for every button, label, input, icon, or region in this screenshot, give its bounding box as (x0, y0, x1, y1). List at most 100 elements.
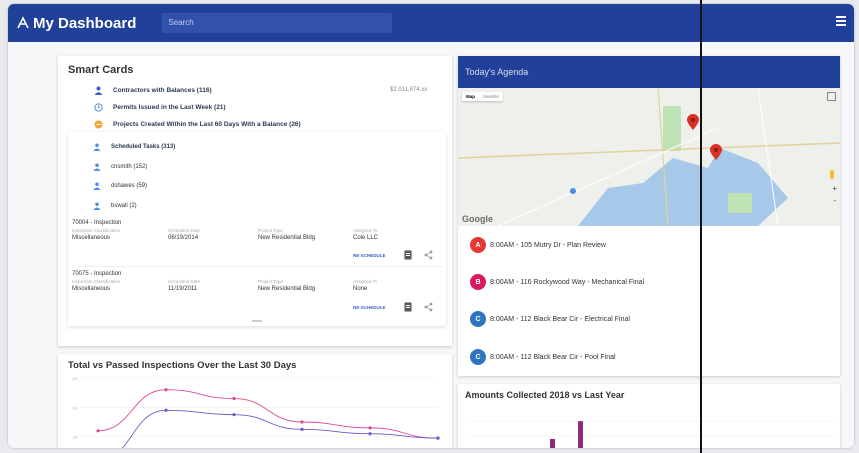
person-icon (93, 182, 101, 190)
agenda-item-text: 8:00AM - 112 Black Bear Cir - Pool Final (490, 353, 616, 361)
data-point (232, 396, 236, 401)
person-icon (93, 85, 103, 95)
street-view-icon[interactable] (830, 170, 834, 179)
field-value: Miscellaneous (72, 286, 111, 292)
search-input[interactable]: Search (162, 13, 393, 33)
agenda-badge: A (470, 237, 486, 253)
field-value: 06/19/2014 (168, 235, 199, 241)
smart-card-row[interactable]: Permits Issued in the Last Week (21) (93, 102, 226, 112)
inspection-title: 70004 - Inspection (72, 220, 122, 226)
agenda-item-text: 8:00AM - 116 Rockywood Way - Mechanical … (490, 278, 645, 286)
fullscreen-icon[interactable] (827, 92, 836, 101)
smart-card-label: Permits Issued in the Last Week (21) (113, 103, 226, 111)
agenda-item[interactable]: B 8:00AM - 116 Rockywood Way - Mechanica… (470, 274, 644, 290)
person-icon (93, 202, 101, 210)
google-logo: Google (462, 214, 493, 224)
scheduled-tasks-card: Scheduled Tasks (313) cnsmith (152) dsha… (68, 132, 446, 326)
agenda-map[interactable]: Map Satellite + - Google (458, 88, 840, 226)
app-window: My Dashboard Search Smart Cards Contract… (8, 4, 854, 448)
field-label: Project Type (258, 228, 283, 233)
map-pin-icon[interactable] (710, 144, 722, 160)
zoom-in-button[interactable]: + (832, 184, 837, 193)
assignee-row[interactable]: bswall (2) (93, 202, 137, 210)
data-point (96, 429, 100, 433)
top-bar: My Dashboard Search (8, 4, 854, 42)
person-icon (93, 163, 101, 171)
smart-card-row[interactable]: Projects Created Within the Last 60 Days… (93, 119, 301, 129)
assignee-row[interactable]: cnsmith (152) (93, 163, 147, 171)
smart-card-label: Projects Created Within the Last 60 Days… (113, 120, 301, 128)
agenda-badge: B (470, 274, 486, 290)
share-icon[interactable] (424, 302, 433, 312)
field-value: None (353, 286, 368, 292)
agenda-badge: C (470, 349, 486, 365)
zoom-out-button[interactable]: - (833, 196, 836, 205)
share-icon[interactable] (424, 250, 433, 260)
app-title: My Dashboard (33, 14, 137, 32)
logo-icon (17, 16, 29, 29)
coin-icon (93, 119, 103, 129)
agenda-item[interactable]: C 8:00AM - 112 Black Bear Cir - Pool Fin… (470, 349, 616, 365)
field-value: New Residential Bldg (258, 235, 316, 241)
vertical-divider-line (700, 0, 702, 453)
series-line (97, 389, 439, 439)
inspections-chart-panel: Total vs Passed Inspections Over the Las… (58, 354, 452, 448)
field-label: Inspection Classification (72, 228, 121, 233)
field-value: New Residential Bldg (258, 286, 316, 292)
assignee-label: dshawes (59) (111, 183, 148, 189)
document-icon[interactable] (404, 250, 412, 260)
pager-handle[interactable] (252, 320, 262, 322)
data-point (368, 432, 372, 436)
assignee-row[interactable]: dshawes (59) (93, 182, 147, 190)
data-point (232, 413, 236, 417)
field-label: Assigned To (353, 279, 378, 284)
field-value: 11/19/2011 (168, 286, 198, 292)
person-icon (93, 143, 101, 151)
y-tick-label: 200 (72, 406, 78, 410)
data-point (436, 436, 440, 440)
separator (78, 266, 444, 267)
agenda-item[interactable]: A 8:00AM - 105 Mutry Dr - Plan Review (470, 237, 606, 253)
agenda-badge: C (470, 311, 486, 327)
data-point (300, 427, 304, 431)
data-point (164, 408, 168, 412)
smart-card-row[interactable]: Contractors with Balances (116) (93, 85, 212, 95)
smart-cards-title: Smart Cards (68, 64, 134, 76)
agenda-panel: Today's Agenda Map Satellite + - Google … (458, 56, 840, 376)
inspections-line-chart: 0100200300 (72, 377, 440, 448)
document-icon[interactable] (404, 302, 412, 312)
field-value: Cole LLC (353, 235, 379, 241)
agenda-item-text: 8:00AM - 112 Black Bear Cir - Electrical… (490, 315, 630, 323)
menu-icon[interactable] (836, 16, 848, 28)
bar (578, 421, 583, 448)
map-tab-map[interactable]: Map (462, 92, 479, 101)
smart-card-label: Contractors with Balances (116) (113, 86, 212, 94)
field-value: Miscellaneous (72, 235, 111, 241)
map-tab-satellite[interactable]: Satellite (479, 92, 503, 101)
amounts-bar-chart (470, 420, 836, 448)
field-label: Scheduled Date (168, 228, 201, 233)
map-graphic (458, 88, 840, 226)
map-pin-icon[interactable] (687, 114, 699, 130)
scheduled-tasks-label: Scheduled Tasks (313) (111, 144, 176, 150)
agenda-item[interactable]: C 8:00AM - 112 Black Bear Cir - Electric… (470, 311, 630, 327)
assignee-label: cnsmith (152) (111, 164, 148, 170)
data-point (164, 388, 168, 392)
smart-cards-panel: Smart Cards Contractors with Balances (1… (58, 56, 452, 346)
y-tick-label: 100 (72, 436, 78, 440)
reschedule-button[interactable]: RE-SCHEDULE (353, 305, 386, 310)
map-type-tabs[interactable]: Map Satellite (462, 92, 504, 101)
y-tick-label: 300 (72, 377, 78, 381)
app-logo[interactable]: My Dashboard (16, 15, 136, 32)
clock-icon (93, 102, 103, 112)
amounts-collected-panel: Amounts Collected 2018 vs Last Year (458, 384, 840, 448)
field-label: Project Type (258, 279, 283, 284)
balance-amount: $2,011,874.xx (390, 87, 428, 93)
data-point (368, 426, 372, 430)
scheduled-tasks-row[interactable]: Scheduled Tasks (313) (93, 143, 175, 151)
field-label: Scheduled Date (168, 279, 201, 284)
reschedule-button[interactable]: RE-SCHEDULE (353, 253, 386, 258)
agenda-item-text: 8:00AM - 105 Mutry Dr - Plan Review (490, 241, 606, 249)
agenda-title: Today's Agenda (458, 56, 840, 88)
assignee-label: bswall (2) (111, 203, 137, 209)
